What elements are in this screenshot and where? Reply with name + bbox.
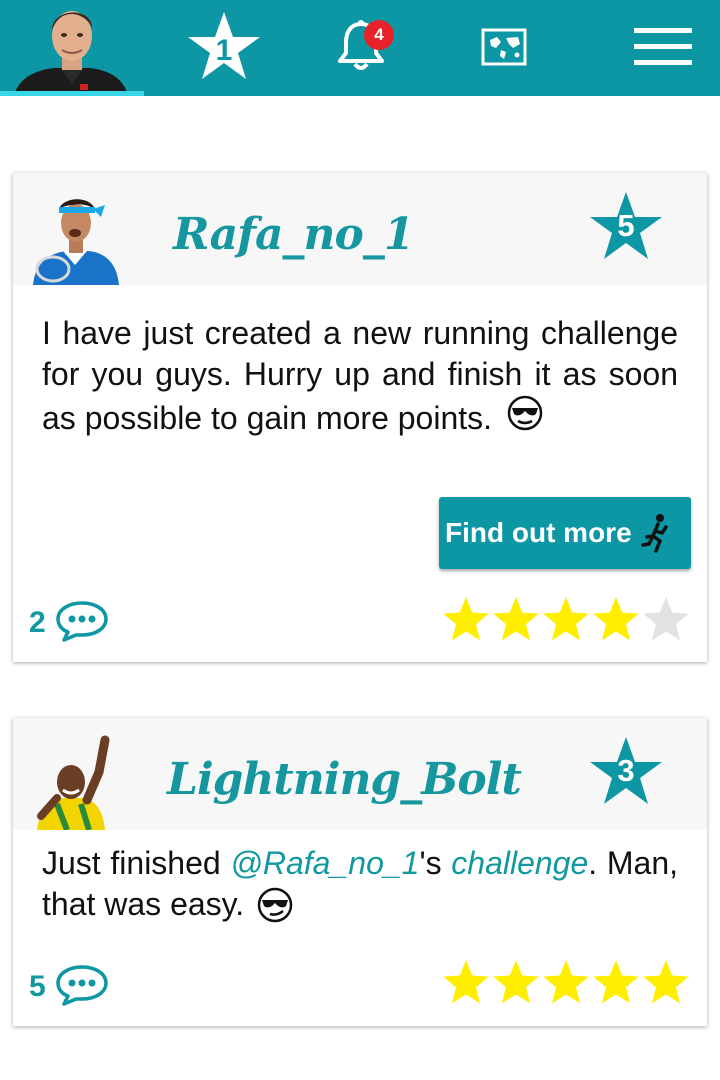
post-card: Rafa_no_1 5 I have just created a new ru…: [13, 173, 707, 662]
comment-bubble-icon[interactable]: [55, 600, 109, 642]
post-text: I have just created a new running challe…: [42, 313, 678, 439]
map-button[interactable]: [478, 0, 530, 92]
star-rating[interactable]: [441, 595, 691, 643]
user-level: 5: [617, 208, 635, 243]
comment-count: 2: [29, 606, 46, 639]
post-username[interactable]: Rafa_no_1: [173, 209, 414, 260]
menu-button[interactable]: [632, 0, 696, 92]
post-text: Just finished @Rafa_no_1's challenge. Ma…: [42, 843, 678, 925]
rating-star-empty[interactable]: [643, 597, 689, 641]
comment-count: 5: [29, 970, 46, 1003]
user-level-badge: 5: [588, 190, 664, 262]
rating-star-filled[interactable]: [593, 597, 639, 641]
rating-star-filled[interactable]: [443, 960, 489, 1004]
user-level-badge: 3: [588, 735, 664, 807]
post-body: I have just created a new running challe…: [42, 315, 678, 436]
find-out-more-button[interactable]: Find out more: [439, 497, 691, 569]
user-level: 3: [617, 753, 635, 788]
favorites-count: 1: [215, 34, 233, 67]
rating-star-filled[interactable]: [643, 960, 689, 1004]
star-rating[interactable]: [441, 958, 691, 1006]
rating-star-filled[interactable]: [493, 960, 539, 1004]
post-body-middle: 's: [419, 845, 452, 881]
comment-bubble-icon[interactable]: [55, 964, 109, 1006]
rating-star-filled[interactable]: [543, 960, 589, 1004]
rating-star-filled[interactable]: [543, 597, 589, 641]
sunglasses-emoji-icon: [507, 395, 543, 431]
user-avatar[interactable]: [27, 732, 125, 830]
running-person-icon: [640, 514, 668, 553]
profile-avatar[interactable]: [0, 0, 144, 96]
rating-star-filled[interactable]: [593, 960, 639, 1004]
hamburger-menu-icon: [634, 28, 692, 65]
rating-star-filled[interactable]: [443, 597, 489, 641]
challenge-link[interactable]: challenge: [451, 845, 588, 881]
post-body-start: Just finished: [42, 845, 231, 881]
user-avatar[interactable]: [27, 187, 125, 285]
top-navigation-bar: 1 4: [0, 0, 720, 96]
post-username[interactable]: Lightning_Bolt: [167, 754, 522, 805]
find-out-more-label: Find out more: [445, 517, 632, 548]
smirking-sunglasses-emoji-icon: [257, 887, 293, 923]
map-icon: [481, 28, 527, 66]
post-card: Lightning_Bolt 3 Just finished @Rafa_no_…: [13, 718, 707, 1026]
favorites-button[interactable]: 1: [186, 0, 262, 92]
notification-badge: 4: [364, 20, 394, 50]
user-mention-link[interactable]: @Rafa_no_1: [230, 845, 419, 881]
rating-star-filled[interactable]: [493, 597, 539, 641]
active-tab-indicator: [0, 91, 144, 96]
